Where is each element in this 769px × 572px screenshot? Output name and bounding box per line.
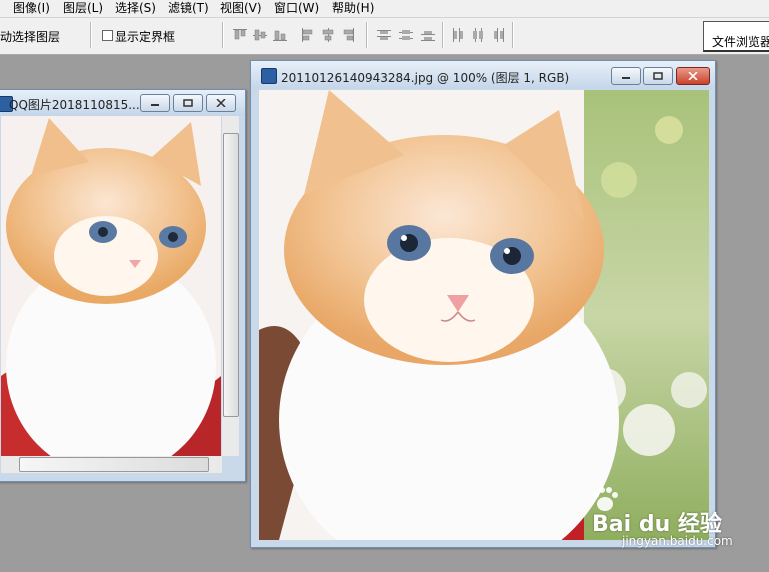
align-bottom-icon[interactable]: [272, 27, 288, 43]
auto-select-layer-label[interactable]: 动选择图层: [0, 28, 60, 45]
align-left-icon[interactable]: [300, 27, 316, 43]
menu-layer[interactable]: 图层(L): [62, 1, 104, 16]
menu-image[interactable]: 图像(I): [12, 1, 51, 16]
close-button[interactable]: [206, 94, 236, 112]
distribute-hcenter-icon[interactable]: [470, 27, 486, 43]
window-title: 20110126140943284.jpg @ 100% (图层 1, RGB): [281, 71, 570, 85]
horizontal-scrollbar[interactable]: [1, 456, 222, 473]
distribute-bottom-icon[interactable]: [420, 27, 436, 43]
menu-help[interactable]: 帮助(H): [331, 1, 375, 16]
toolbar-separator: [366, 22, 368, 48]
title-bar[interactable]: 20110126140943284.jpg @ 100% (图层 1, RGB): [251, 61, 715, 89]
distribute-left-icon[interactable]: [450, 27, 466, 43]
menu-window[interactable]: 窗口(W): [273, 1, 320, 16]
scroll-thumb[interactable]: [19, 457, 209, 472]
kitten-photo: [259, 90, 709, 540]
title-bar[interactable]: QQ图片2018110815...: [0, 90, 245, 116]
maximize-button[interactable]: [173, 94, 203, 112]
minimize-button[interactable]: [140, 94, 170, 112]
toolbar-separator: [90, 22, 92, 48]
vertical-scrollbar[interactable]: [222, 116, 239, 456]
align-vcenter-icon[interactable]: [252, 27, 268, 43]
show-bounds-label: 显示定界框: [115, 30, 176, 44]
scroll-thumb[interactable]: [223, 133, 239, 417]
show-bounds-checkbox[interactable]: [102, 30, 113, 41]
document-canvas[interactable]: [259, 90, 709, 540]
kitten-photo: [1, 116, 221, 456]
align-hcenter-icon[interactable]: [320, 27, 336, 43]
menu-select[interactable]: 选择(S): [114, 1, 157, 16]
distribute-vcenter-icon[interactable]: [398, 27, 414, 43]
minimize-button[interactable]: [611, 67, 641, 85]
photoshop-doc-icon: [261, 68, 277, 84]
distribute-top-icon[interactable]: [376, 27, 392, 43]
distribute-right-icon[interactable]: [490, 27, 506, 43]
menu-view[interactable]: 视图(V): [219, 1, 263, 16]
align-right-icon[interactable]: [340, 27, 356, 43]
document-canvas[interactable]: [1, 116, 221, 456]
maximize-button[interactable]: [643, 67, 673, 85]
toolbar-separator: [442, 22, 444, 48]
window-title: QQ图片2018110815...: [9, 98, 140, 112]
toolbar-separator: [222, 22, 224, 48]
menu-bar: 图像(I) 图层(L) 选择(S) 滤镜(T) 视图(V) 窗口(W) 帮助(H…: [0, 0, 769, 18]
document-window-secondary[interactable]: QQ图片2018110815...: [0, 89, 246, 482]
toolbar-separator: [512, 22, 514, 48]
file-browser-label: 文件浏览器: [712, 35, 769, 49]
menu-filter[interactable]: 滤镜(T): [167, 1, 210, 16]
watermark-url: jingyan.baidu.com: [622, 534, 733, 548]
document-window-active[interactable]: 20110126140943284.jpg @ 100% (图层 1, RGB): [250, 60, 716, 548]
align-top-icon[interactable]: [232, 27, 248, 43]
close-button[interactable]: [676, 67, 710, 85]
file-browser-tab[interactable]: 文件浏览器: [703, 21, 769, 52]
options-bar: 动选择图层 显示定界框 文件浏览器: [0, 18, 769, 55]
